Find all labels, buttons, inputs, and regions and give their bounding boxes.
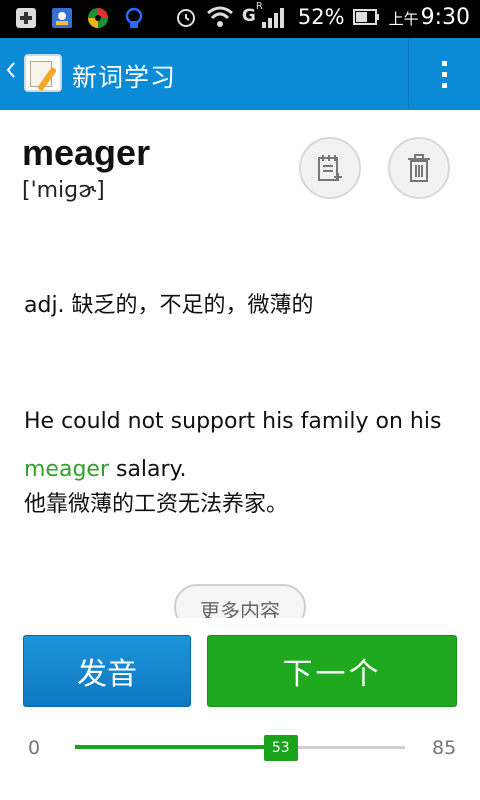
chevron-left-icon	[6, 62, 15, 78]
status-bar: G R 52% 上午9:30	[0, 0, 480, 38]
notification-icons	[14, 6, 146, 30]
contact-card-icon	[52, 8, 72, 28]
progress-max-label: 85	[432, 737, 457, 759]
signal-icon: G R	[241, 1, 290, 30]
example-text-before: He could not support his family on his	[24, 409, 442, 434]
clock-time: 9:30	[420, 4, 470, 30]
progress-min-label: 0	[28, 737, 41, 759]
example-text-after: salary.	[109, 457, 187, 482]
action-bar: 新词学习	[0, 38, 480, 110]
progress-slider-track[interactable]	[75, 745, 405, 749]
example-sentence-zh: 他靠微薄的工资无法养家。	[24, 492, 289, 517]
robot-icon	[125, 7, 143, 28]
note-add-icon	[318, 155, 342, 181]
battery-icon	[352, 9, 379, 25]
network-type-label: G	[241, 6, 256, 26]
trash-icon	[408, 154, 430, 182]
wifi-icon	[206, 6, 233, 27]
progress-slider-thumb[interactable]: 53	[263, 735, 298, 761]
headword: meager	[22, 132, 151, 173]
overflow-menu-button[interactable]	[408, 38, 480, 110]
add-notification-icon	[16, 8, 36, 28]
next-word-button[interactable]: 下一个	[207, 635, 457, 707]
alarm-icon	[176, 9, 195, 27]
clock-period: 上午	[388, 9, 419, 28]
phonetic-transcription: ['miɡɚ]	[22, 178, 105, 203]
page-title: 新词学习	[72, 63, 177, 92]
battery-percent: 52%	[297, 5, 345, 29]
clock: 上午9:30	[389, 5, 470, 30]
app-logo-icon[interactable]	[24, 54, 62, 92]
progress-slider-fill	[75, 745, 281, 749]
overflow-menu-icon	[442, 60, 447, 88]
add-to-notebook-button[interactable]	[299, 137, 361, 199]
definition-text: adj. 缺乏的，不足的，微薄的	[24, 293, 314, 318]
delete-word-button[interactable]	[388, 137, 450, 199]
example-highlight-word: meager	[24, 457, 109, 482]
pronounce-button[interactable]: 发音	[23, 635, 191, 707]
example-sentence-en: He could not support his family on his m…	[24, 398, 464, 494]
back-button[interactable]	[6, 60, 16, 85]
app-swirl-icon	[88, 8, 108, 28]
